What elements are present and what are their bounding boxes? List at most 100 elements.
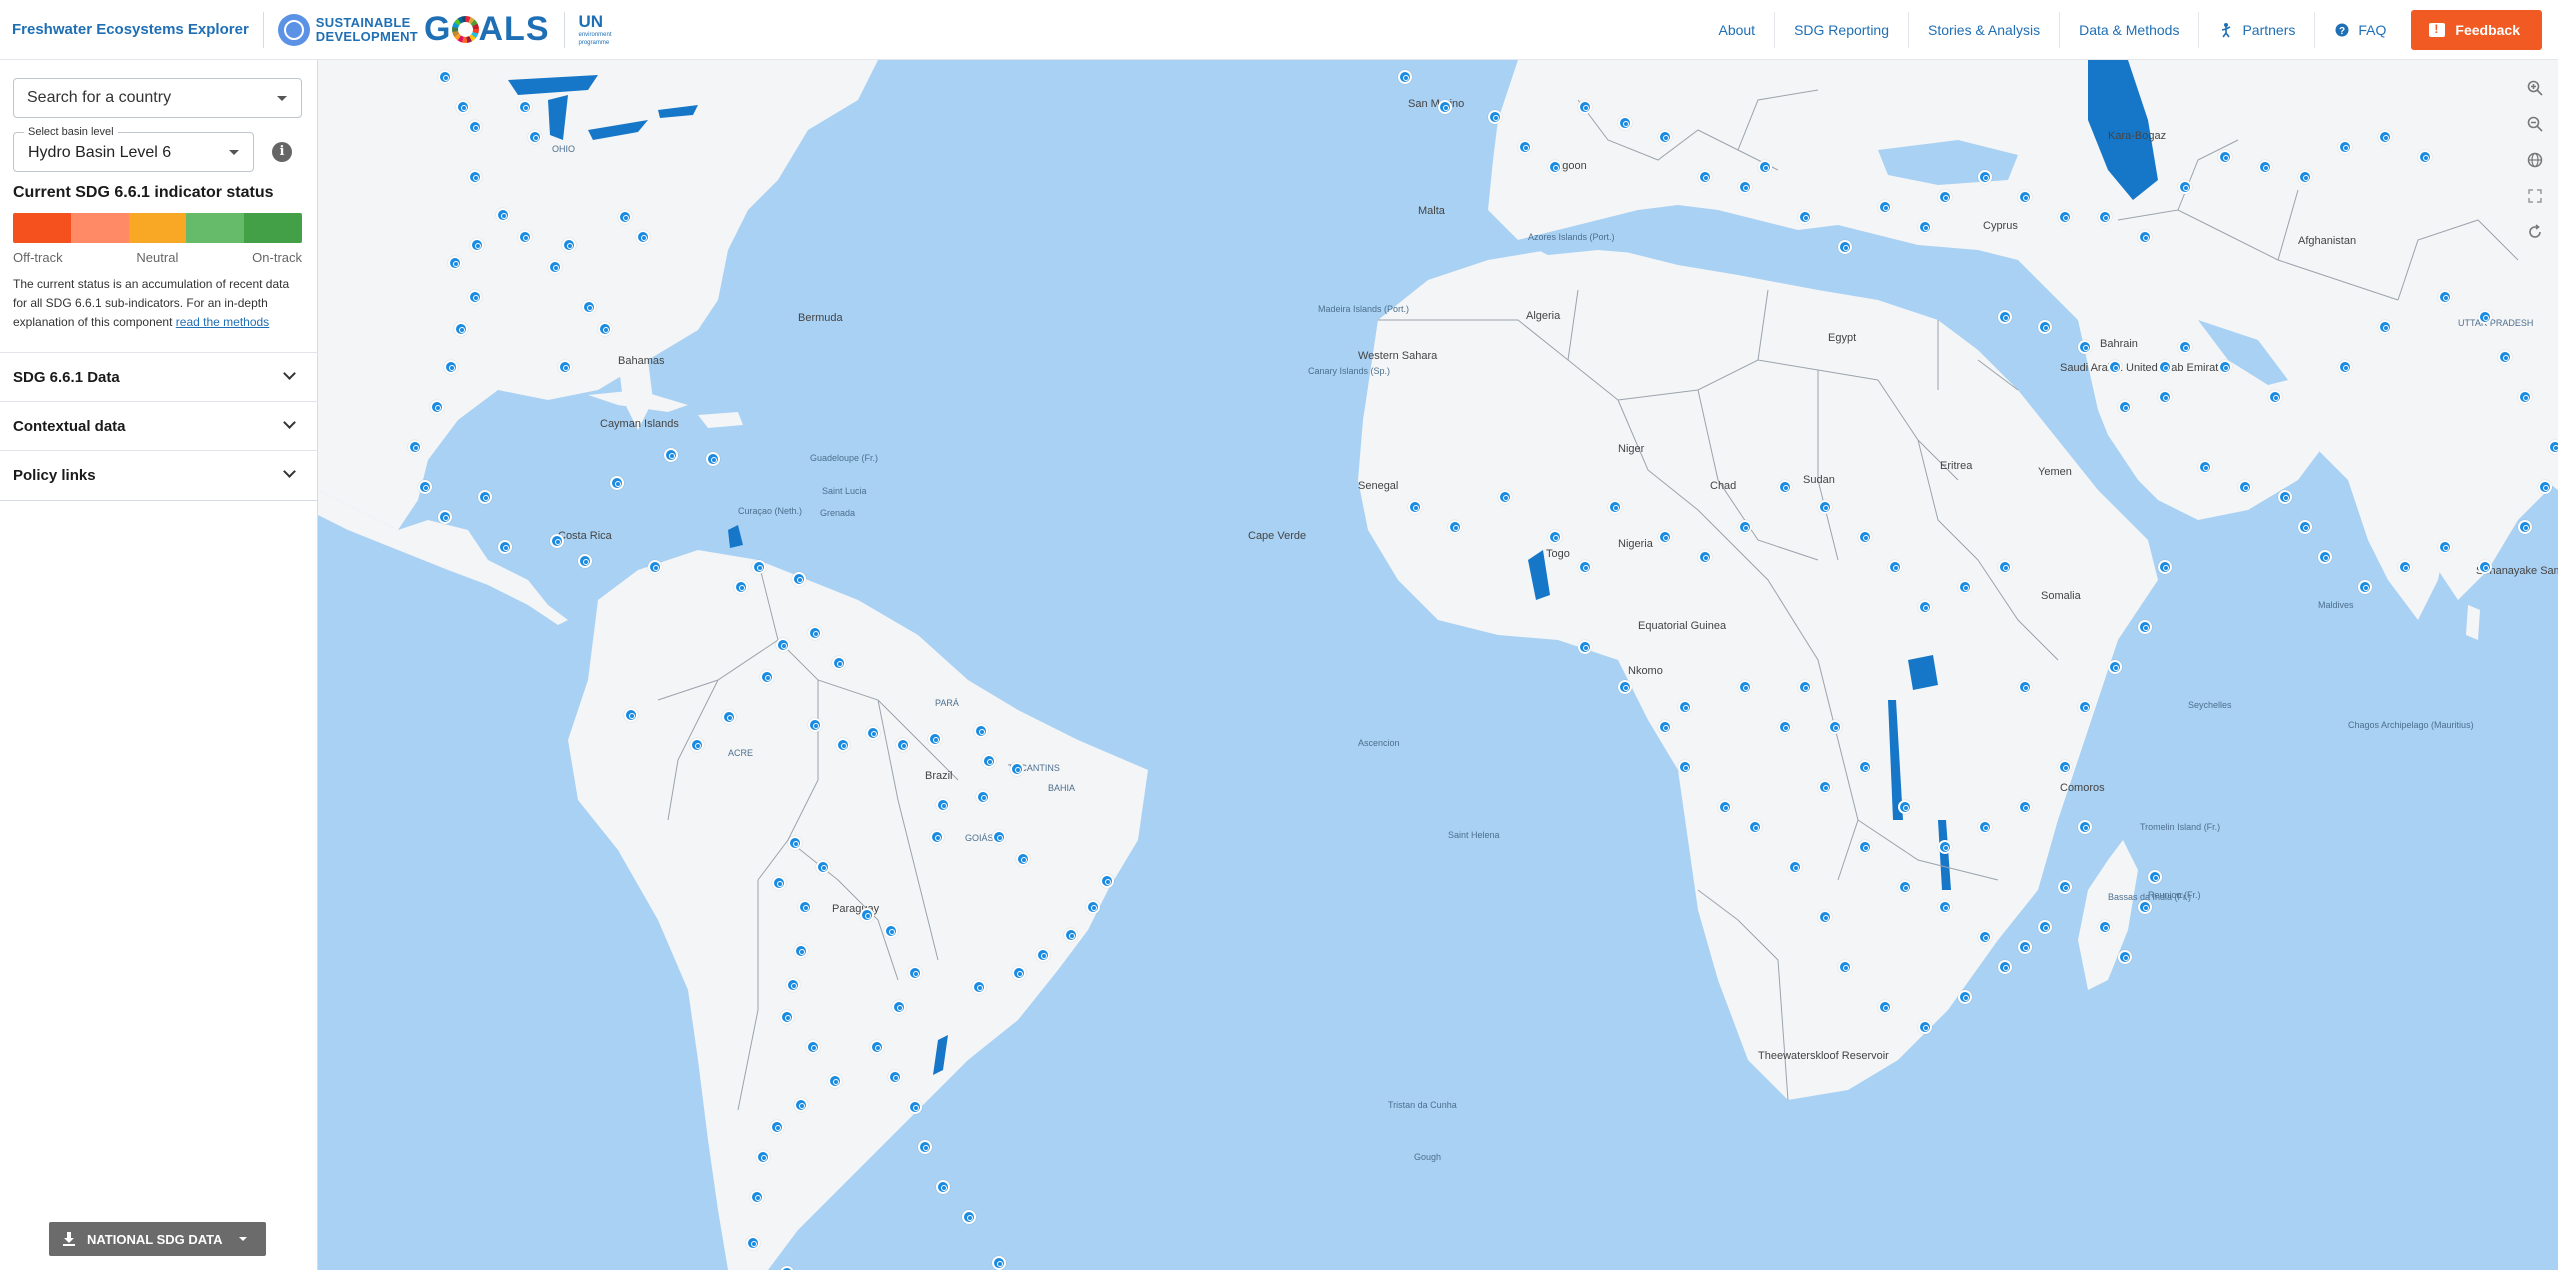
- monitoring-site-marker[interactable]: [1978, 930, 1992, 944]
- monitoring-site-marker[interactable]: [2378, 320, 2392, 334]
- monitoring-site-marker[interactable]: [2138, 900, 2152, 914]
- accordion-policy-links[interactable]: Policy links: [0, 450, 318, 499]
- monitoring-site-marker[interactable]: [870, 1040, 884, 1054]
- monitoring-site-marker[interactable]: [598, 322, 612, 336]
- monitoring-site-marker[interactable]: [1448, 520, 1462, 534]
- monitoring-site-marker[interactable]: [1698, 170, 1712, 184]
- monitoring-site-marker[interactable]: [2058, 760, 2072, 774]
- monitoring-site-marker[interactable]: [808, 626, 822, 640]
- monitoring-site-marker[interactable]: [2078, 820, 2092, 834]
- monitoring-site-marker[interactable]: [1408, 500, 1422, 514]
- monitoring-site-marker[interactable]: [928, 732, 942, 746]
- monitoring-site-marker[interactable]: [1698, 550, 1712, 564]
- monitoring-site-marker[interactable]: [1100, 874, 1114, 888]
- monitoring-site-marker[interactable]: [2218, 360, 2232, 374]
- monitoring-site-marker[interactable]: [664, 448, 678, 462]
- monitoring-site-marker[interactable]: [2038, 320, 2052, 334]
- monitoring-site-marker[interactable]: [454, 322, 468, 336]
- monitoring-site-marker[interactable]: [1738, 680, 1752, 694]
- monitoring-site-marker[interactable]: [972, 980, 986, 994]
- monitoring-site-marker[interactable]: [1086, 900, 1100, 914]
- nav-faq[interactable]: ? FAQ: [2314, 12, 2405, 48]
- monitoring-site-marker[interactable]: [976, 790, 990, 804]
- monitoring-site-marker[interactable]: [776, 638, 790, 652]
- monitoring-site-marker[interactable]: [2078, 340, 2092, 354]
- monitoring-site-marker[interactable]: [828, 1074, 842, 1088]
- monitoring-site-marker[interactable]: [2078, 700, 2092, 714]
- monitoring-site-marker[interactable]: [832, 656, 846, 670]
- monitoring-site-marker[interactable]: [722, 710, 736, 724]
- monitoring-site-marker[interactable]: [624, 708, 638, 722]
- monitoring-site-marker[interactable]: [780, 1010, 794, 1024]
- monitoring-site-marker[interactable]: [1718, 800, 1732, 814]
- monitoring-site-marker[interactable]: [2298, 170, 2312, 184]
- nav-stories-analysis[interactable]: Stories & Analysis: [1908, 12, 2059, 48]
- monitoring-site-marker[interactable]: [1838, 240, 1852, 254]
- monitoring-site-marker[interactable]: [962, 1210, 976, 1224]
- monitoring-site-marker[interactable]: [518, 100, 532, 114]
- monitoring-site-marker[interactable]: [1658, 130, 1672, 144]
- monitoring-site-marker[interactable]: [1998, 960, 2012, 974]
- monitoring-site-marker[interactable]: [636, 230, 650, 244]
- national-sdg-data-button[interactable]: NATIONAL SDG DATA: [49, 1222, 266, 1256]
- unep-logo[interactable]: UN environment programme: [579, 12, 612, 47]
- monitoring-site-marker[interactable]: [1958, 580, 1972, 594]
- monitoring-site-marker[interactable]: [1858, 760, 1872, 774]
- monitoring-site-marker[interactable]: [1064, 928, 1078, 942]
- monitoring-site-marker[interactable]: [1878, 1000, 1892, 1014]
- monitoring-site-marker[interactable]: [816, 860, 830, 874]
- monitoring-site-marker[interactable]: [1998, 310, 2012, 324]
- monitoring-site-marker[interactable]: [2478, 310, 2492, 324]
- monitoring-site-marker[interactable]: [478, 490, 492, 504]
- monitoring-site-marker[interactable]: [1818, 910, 1832, 924]
- monitoring-site-marker[interactable]: [2178, 180, 2192, 194]
- monitoring-site-marker[interactable]: [2268, 390, 2282, 404]
- monitoring-site-marker[interactable]: [438, 510, 452, 524]
- nav-about[interactable]: About: [1699, 12, 1774, 48]
- monitoring-site-marker[interactable]: [2298, 520, 2312, 534]
- monitoring-site-marker[interactable]: [750, 1190, 764, 1204]
- monitoring-site-marker[interactable]: [1678, 760, 1692, 774]
- nav-partners[interactable]: Partners: [2198, 12, 2314, 48]
- info-icon[interactable]: i: [272, 142, 292, 162]
- monitoring-site-marker[interactable]: [918, 1140, 932, 1154]
- monitoring-site-marker[interactable]: [2518, 520, 2532, 534]
- globe-icon[interactable]: [2520, 144, 2550, 176]
- monitoring-site-marker[interactable]: [2438, 290, 2452, 304]
- monitoring-site-marker[interactable]: [866, 726, 880, 740]
- monitoring-site-marker[interactable]: [1658, 720, 1672, 734]
- monitoring-site-marker[interactable]: [1748, 820, 1762, 834]
- monitoring-site-marker[interactable]: [2158, 390, 2172, 404]
- monitoring-site-marker[interactable]: [470, 238, 484, 252]
- monitoring-site-marker[interactable]: [770, 1120, 784, 1134]
- monitoring-site-marker[interactable]: [1758, 160, 1772, 174]
- monitoring-site-marker[interactable]: [444, 360, 458, 374]
- monitoring-site-marker[interactable]: [2238, 480, 2252, 494]
- monitoring-site-marker[interactable]: [1818, 780, 1832, 794]
- monitoring-site-marker[interactable]: [936, 798, 950, 812]
- monitoring-site-marker[interactable]: [2178, 340, 2192, 354]
- monitoring-site-marker[interactable]: [562, 238, 576, 252]
- monitoring-site-marker[interactable]: [982, 754, 996, 768]
- monitoring-site-marker[interactable]: [930, 830, 944, 844]
- monitoring-site-marker[interactable]: [1498, 490, 1512, 504]
- monitoring-site-marker[interactable]: [1798, 680, 1812, 694]
- monitoring-site-marker[interactable]: [1858, 840, 1872, 854]
- monitoring-site-marker[interactable]: [438, 70, 452, 84]
- monitoring-site-marker[interactable]: [1438, 100, 1452, 114]
- fullscreen-icon[interactable]: [2520, 180, 2550, 212]
- monitoring-site-marker[interactable]: [1518, 140, 1532, 154]
- monitoring-site-marker[interactable]: [1578, 640, 1592, 654]
- monitoring-site-marker[interactable]: [408, 440, 422, 454]
- monitoring-site-marker[interactable]: [2338, 140, 2352, 154]
- monitoring-site-marker[interactable]: [888, 1070, 902, 1084]
- monitoring-site-marker[interactable]: [548, 260, 562, 274]
- monitoring-site-marker[interactable]: [806, 1040, 820, 1054]
- monitoring-site-marker[interactable]: [2398, 560, 2412, 574]
- monitoring-site-marker[interactable]: [2538, 480, 2552, 494]
- monitoring-site-marker[interactable]: [618, 210, 632, 224]
- monitoring-site-marker[interactable]: [2318, 550, 2332, 564]
- monitoring-site-marker[interactable]: [2418, 150, 2432, 164]
- monitoring-site-marker[interactable]: [1548, 160, 1562, 174]
- monitoring-site-marker[interactable]: [1618, 680, 1632, 694]
